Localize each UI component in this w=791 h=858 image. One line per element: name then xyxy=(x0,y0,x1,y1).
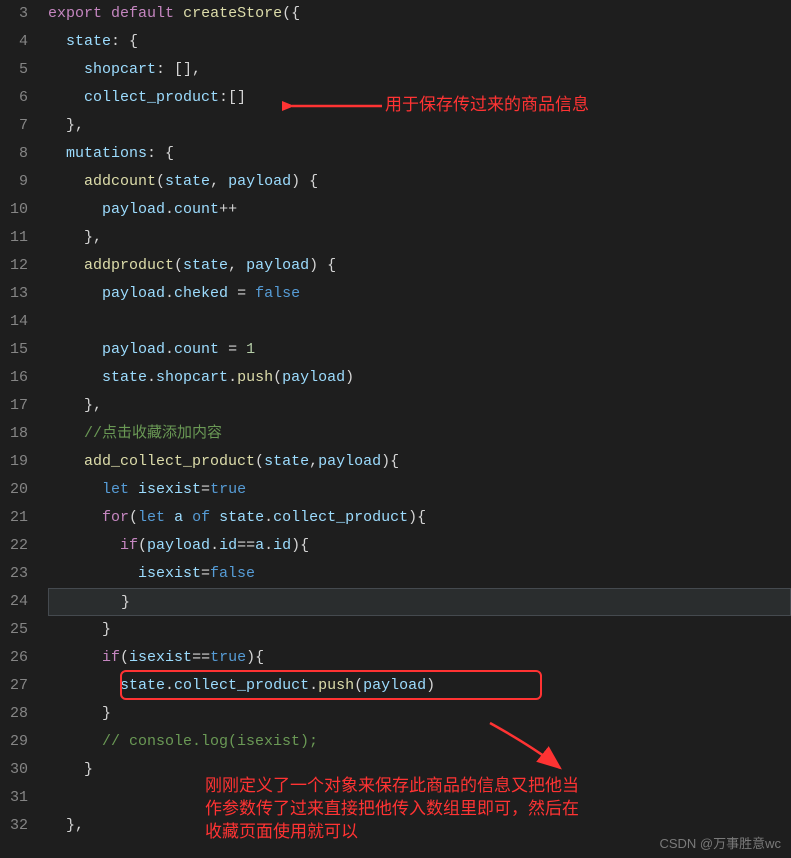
code-line[interactable]: for(let a of state.collect_product){ xyxy=(48,504,791,532)
code-line[interactable]: } xyxy=(48,616,791,644)
code-line[interactable]: collect_product:[] xyxy=(48,84,791,112)
code-line[interactable]: add_collect_product(state,payload){ xyxy=(48,448,791,476)
code-line[interactable]: payload.count++ xyxy=(48,196,791,224)
code-line[interactable] xyxy=(48,308,791,336)
code-line[interactable] xyxy=(48,784,791,812)
code-line[interactable]: export default createStore({ xyxy=(48,0,791,28)
code-editor[interactable]: 34567 89101112 1314151617 1819202122 232… xyxy=(0,0,791,858)
code-line[interactable]: payload.count = 1 xyxy=(48,336,791,364)
code-line[interactable]: //点击收藏添加内容 xyxy=(48,420,791,448)
code-line[interactable]: payload.cheked = false xyxy=(48,280,791,308)
code-line[interactable]: isexist=false xyxy=(48,560,791,588)
code-line[interactable]: }, xyxy=(48,224,791,252)
code-line[interactable]: state: { xyxy=(48,28,791,56)
code-content[interactable]: export default createStore({ state: { sh… xyxy=(40,0,791,858)
code-line[interactable]: if(isexist==true){ xyxy=(48,644,791,672)
code-line[interactable]: }, xyxy=(48,112,791,140)
code-line[interactable]: let isexist=true xyxy=(48,476,791,504)
code-line[interactable]: state.collect_product.push(payload) xyxy=(48,672,791,700)
code-line[interactable]: }, xyxy=(48,392,791,420)
code-line[interactable]: shopcart: [], xyxy=(48,56,791,84)
code-line-active[interactable]: } xyxy=(48,588,791,616)
watermark: CSDN @万事胜意wc xyxy=(659,833,781,852)
code-line[interactable]: if(payload.id==a.id){ xyxy=(48,532,791,560)
code-line[interactable]: addcount(state, payload) { xyxy=(48,168,791,196)
code-line[interactable]: addproduct(state, payload) { xyxy=(48,252,791,280)
code-line[interactable]: } xyxy=(48,756,791,784)
code-line[interactable]: mutations: { xyxy=(48,140,791,168)
code-line[interactable]: } xyxy=(48,700,791,728)
code-line[interactable]: state.shopcart.push(payload) xyxy=(48,364,791,392)
code-line[interactable]: // console.log(isexist); xyxy=(48,728,791,756)
line-number-gutter: 34567 89101112 1314151617 1819202122 232… xyxy=(0,0,40,858)
